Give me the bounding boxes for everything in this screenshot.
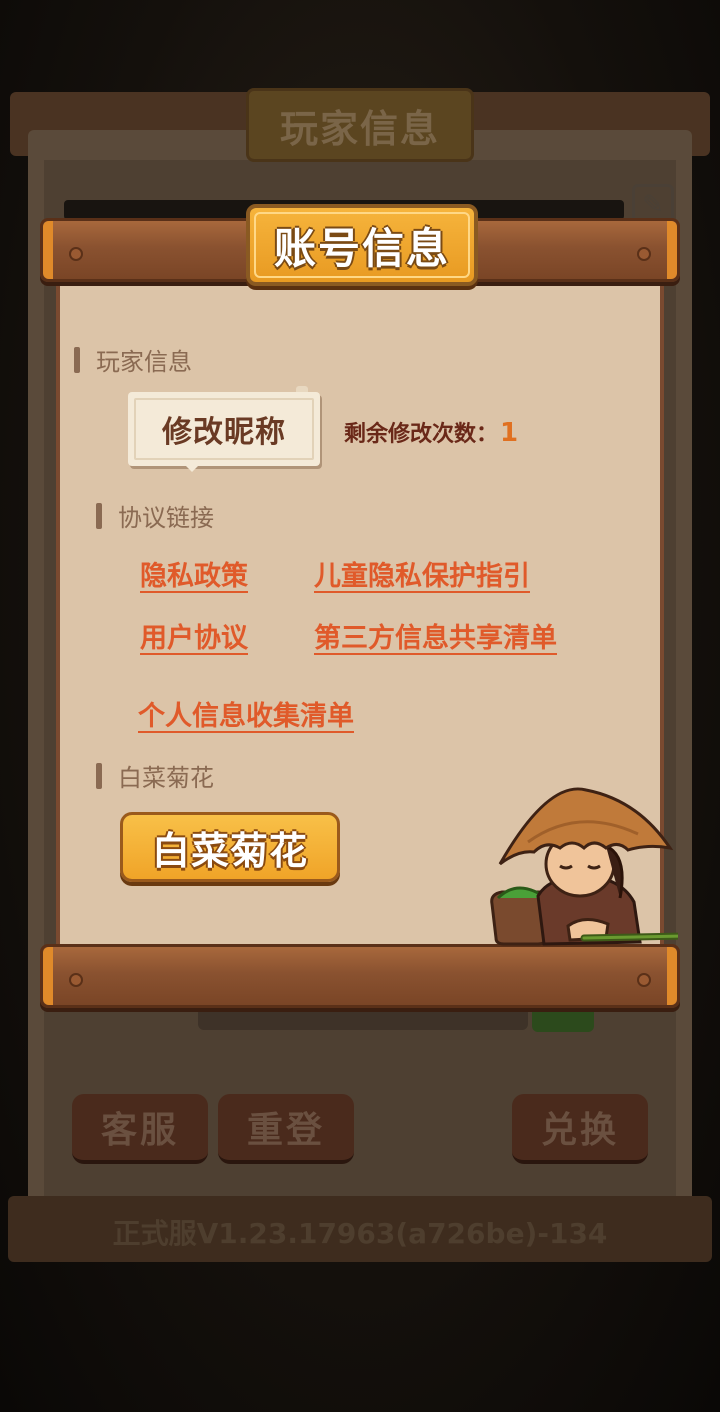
remaining-count: 1 xyxy=(500,418,519,448)
nail-icon xyxy=(69,247,83,261)
bg-version-text: 正式服V1.23.17963(a726be)-134 xyxy=(112,1217,608,1250)
section-marker xyxy=(96,762,102,789)
personal-info-list-link[interactable]: 个人信息收集清单 xyxy=(138,694,354,733)
third-party-sharing-link[interactable]: 第三方信息共享清单 xyxy=(314,616,557,655)
child-privacy-link[interactable]: 儿童隐私保护指引 xyxy=(314,554,530,593)
dialog-title: 账号信息 xyxy=(273,223,450,273)
section-marker xyxy=(96,502,102,529)
nail-icon xyxy=(69,973,83,987)
dialog-title-box: 账号信息 xyxy=(246,204,478,286)
rename-button-label: 修改昵称 xyxy=(162,415,286,450)
nail-icon xyxy=(637,973,651,987)
section-agreements: 协议链接 xyxy=(96,498,214,533)
rename-button-tail xyxy=(182,462,202,472)
remaining-rename-count: 剩余修改次数：1 xyxy=(344,416,518,448)
remaining-label: 剩余修改次数： xyxy=(344,422,499,447)
section-label: 玩家信息 xyxy=(96,348,192,376)
bg-service-button: 客服 xyxy=(72,1094,208,1164)
bg-relogin-label: 重登 xyxy=(246,1110,325,1151)
bg-relogin-button: 重登 xyxy=(218,1094,354,1164)
straw-hat-character-icon xyxy=(490,787,678,946)
nickname-button[interactable]: 白菜菊花 xyxy=(120,812,340,882)
privacy-policy-link[interactable]: 隐私政策 xyxy=(140,554,248,593)
bg-title-box: 玩家信息 xyxy=(246,88,474,162)
section-label: 白菜菊花 xyxy=(118,764,214,792)
user-agreement-link[interactable]: 用户协议 xyxy=(140,616,248,655)
bg-redeem-button: 兑换 xyxy=(512,1094,648,1164)
bg-redeem-label: 兑换 xyxy=(540,1110,619,1151)
nickname-button-label: 白菜菊花 xyxy=(151,828,308,873)
section-marker xyxy=(74,346,80,373)
section-player-info: 玩家信息 xyxy=(74,342,192,377)
rename-button[interactable]: 修改昵称 xyxy=(128,392,320,466)
section-nickname: 白菜菊花 xyxy=(96,758,214,793)
bg-page-title: 玩家信息 xyxy=(279,106,440,151)
nail-icon xyxy=(637,247,651,261)
section-label: 协议链接 xyxy=(118,504,214,532)
bg-service-label: 客服 xyxy=(100,1110,179,1151)
